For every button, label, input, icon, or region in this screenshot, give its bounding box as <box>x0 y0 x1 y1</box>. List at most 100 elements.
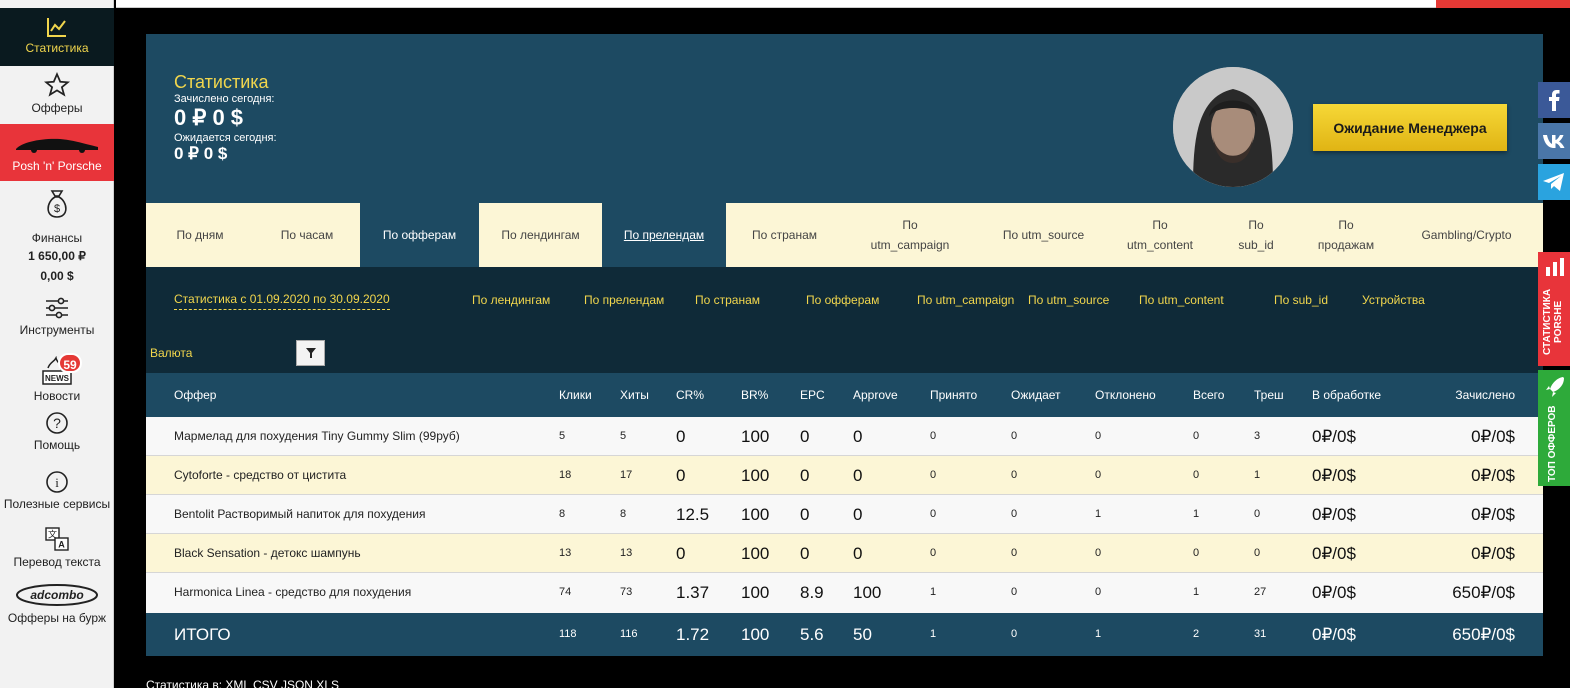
col-approve[interactable]: Approve <box>853 374 898 417</box>
total-cr: 1.72 <box>676 625 710 644</box>
cell-offer[interactable]: Black Sensation - детокс шампунь <box>174 534 361 573</box>
tab-by-sub-id[interactable]: По sub_id <box>1210 203 1302 267</box>
col-epc[interactable]: EPC <box>800 374 825 417</box>
manager-button[interactable]: Ожидание Менеджера <box>1313 104 1507 151</box>
sidebar-item-services[interactable]: i Полезные сервисы <box>0 470 114 512</box>
cell-br: 100 <box>741 583 770 602</box>
total-total: 2 <box>1193 628 1200 640</box>
export-formats[interactable]: Статистика в: XML CSV JSON XLS <box>146 678 339 688</box>
col-br[interactable]: BR% <box>741 374 768 417</box>
subfilter-offers[interactable]: По офферам <box>806 293 879 307</box>
svg-text:i: i <box>55 475 59 490</box>
tab-by-countries[interactable]: По странам <box>726 203 843 267</box>
subfilter-prelandings[interactable]: По прелендам <box>584 293 664 307</box>
telegram-share-button[interactable] <box>1538 164 1570 200</box>
avatar-portrait-icon <box>1173 67 1293 187</box>
cell-offer[interactable]: Мармелад для похудения Tiny Gummy Slim (… <box>174 417 460 456</box>
cell-cr: 0 <box>676 466 686 485</box>
telegram-icon <box>1543 173 1564 191</box>
tab-by-utm-campaign[interactable]: По utm_campaign <box>843 203 977 267</box>
col-offer[interactable]: Оффер <box>174 374 216 417</box>
total-rejected: 1 <box>1095 628 1102 640</box>
subfilter-utm-content[interactable]: По utm_content <box>1139 293 1224 307</box>
cell-credited: 0₽/0$ <box>1471 427 1515 446</box>
cell-hits: 13 <box>620 547 633 559</box>
cell-credited: 0₽/0$ <box>1471 544 1515 563</box>
subfilter-sub-id[interactable]: По sub_id <box>1274 293 1328 307</box>
top-red-button[interactable] <box>1436 0 1570 8</box>
col-trash[interactable]: Треш <box>1254 374 1284 417</box>
col-rejected[interactable]: Отклонено <box>1095 374 1156 417</box>
cell-hits: 17 <box>620 469 633 481</box>
col-accepted[interactable]: Принято <box>930 374 977 417</box>
tab-label: По офферам <box>382 228 457 242</box>
total-accepted: 1 <box>930 628 937 640</box>
news-count-badge: 59 <box>58 353 82 373</box>
col-cr[interactable]: CR% <box>676 374 704 417</box>
tab-by-offers[interactable]: По офферам <box>360 203 479 267</box>
sidebar-item-translate[interactable]: 文A Перевод текста <box>0 526 114 570</box>
cell-offer[interactable]: Bentolit Растворимый напиток для похуден… <box>174 495 425 534</box>
sidebar: Статистика Офферы Posh 'n' Porsche $ Фин… <box>0 0 114 688</box>
tab-by-sales[interactable]: По продажам <box>1302 203 1390 267</box>
sidebar-item-news[interactable]: NEWS 59 Новости <box>0 353 114 406</box>
filter-button[interactable] <box>296 340 325 366</box>
table-header: Оффер Клики Хиты CR% BR% EPC Approve При… <box>146 374 1543 417</box>
sidebar-item-finance[interactable]: $ Финансы 1 650,00 ₽ 0,00 $ <box>0 186 114 290</box>
tab-by-days[interactable]: По дням <box>146 203 254 267</box>
top-offers-tab[interactable]: ТОП ОФФЕРОВ <box>1538 370 1570 486</box>
cell-clicks: 13 <box>559 547 572 559</box>
credited-value: 0 ₽ 0 $ <box>174 105 244 130</box>
cell-cr: 12.5 <box>676 505 710 524</box>
col-in-processing[interactable]: В обработке <box>1312 374 1381 417</box>
col-total[interactable]: Всего <box>1193 374 1224 417</box>
cell-offer[interactable]: Harmonica Linea - средство для похудения <box>174 573 411 612</box>
cell-accepted: 0 <box>930 469 937 481</box>
sidebar-item-help[interactable]: ? Помощь <box>0 411 114 457</box>
filter-area: Статистика с 01.09.2020 по 30.09.2020 По… <box>146 267 1543 373</box>
tab-gambling-crypto[interactable]: Gambling/Crypto <box>1390 203 1543 267</box>
news-badge-text: NEWS <box>45 374 70 383</box>
tab-by-hours[interactable]: По часам <box>254 203 360 267</box>
sidebar-item-tools[interactable]: Инструменты <box>0 296 114 344</box>
sidebar-item-porsche[interactable]: Posh 'n' Porsche <box>0 124 114 181</box>
subfilter-utm-campaign[interactable]: По utm_campaign <box>917 293 1014 307</box>
col-credited[interactable]: Зачислено <box>1455 374 1515 417</box>
sidebar-item-burzh-offers[interactable]: adcombo Офферы на бурж <box>0 582 114 630</box>
subfilter-devices[interactable]: Устройства <box>1362 293 1425 307</box>
top-offers-label: ТОП ОФФЕРОВ <box>1547 405 1558 483</box>
sidebar-item-offers[interactable]: Офферы <box>0 70 114 122</box>
cell-offer[interactable]: Cytoforte - средство от цистита <box>174 456 346 495</box>
cell-total: 0 <box>1193 469 1200 481</box>
page-title: Статистика <box>174 72 269 92</box>
subfilter-landings[interactable]: По лендингам <box>472 293 550 307</box>
table-row: Cytoforte - средство от цистита 18 17 0 … <box>146 456 1543 495</box>
subfilter-countries[interactable]: По странам <box>695 293 760 307</box>
porsche-stats-tab[interactable]: СТАТИСТИКА PORSHE <box>1538 252 1570 366</box>
finance-amount-rub: 1 650,00 ₽ <box>28 249 86 263</box>
tab-by-utm-content[interactable]: По utm_content <box>1110 203 1210 267</box>
filter-icon <box>305 348 316 358</box>
cell-total: 1 <box>1193 586 1200 598</box>
tab-by-prelandings[interactable]: По прелендам <box>602 203 726 267</box>
col-hits[interactable]: Хиты <box>620 374 649 417</box>
cell-total: 0 <box>1193 430 1200 442</box>
table-row: Harmonica Linea - средство для похудения… <box>146 573 1543 613</box>
col-pending[interactable]: Ожидает <box>1011 374 1061 417</box>
question-icon: ? <box>46 412 68 434</box>
cell-approve: 0 <box>853 466 863 485</box>
translate-icon: 文A <box>45 527 69 551</box>
col-clicks[interactable]: Клики <box>559 374 592 417</box>
tab-by-landings[interactable]: По лендингам <box>479 203 602 267</box>
facebook-share-button[interactable] <box>1538 82 1570 118</box>
date-range-picker[interactable]: Статистика с 01.09.2020 по 30.09.2020 <box>174 292 390 310</box>
currency-label[interactable]: Валюта <box>150 346 192 360</box>
sliders-icon <box>46 297 68 319</box>
cell-rejected: 0 <box>1095 586 1102 598</box>
cell-epc: 0 <box>800 544 810 563</box>
vk-share-button[interactable] <box>1538 123 1570 159</box>
subfilter-utm-source[interactable]: По utm_source <box>1028 293 1109 307</box>
total-label: ИТОГО <box>174 625 231 644</box>
sidebar-item-statistics[interactable]: Статистика <box>0 8 114 66</box>
tab-by-utm-source[interactable]: По utm_source <box>977 203 1110 267</box>
